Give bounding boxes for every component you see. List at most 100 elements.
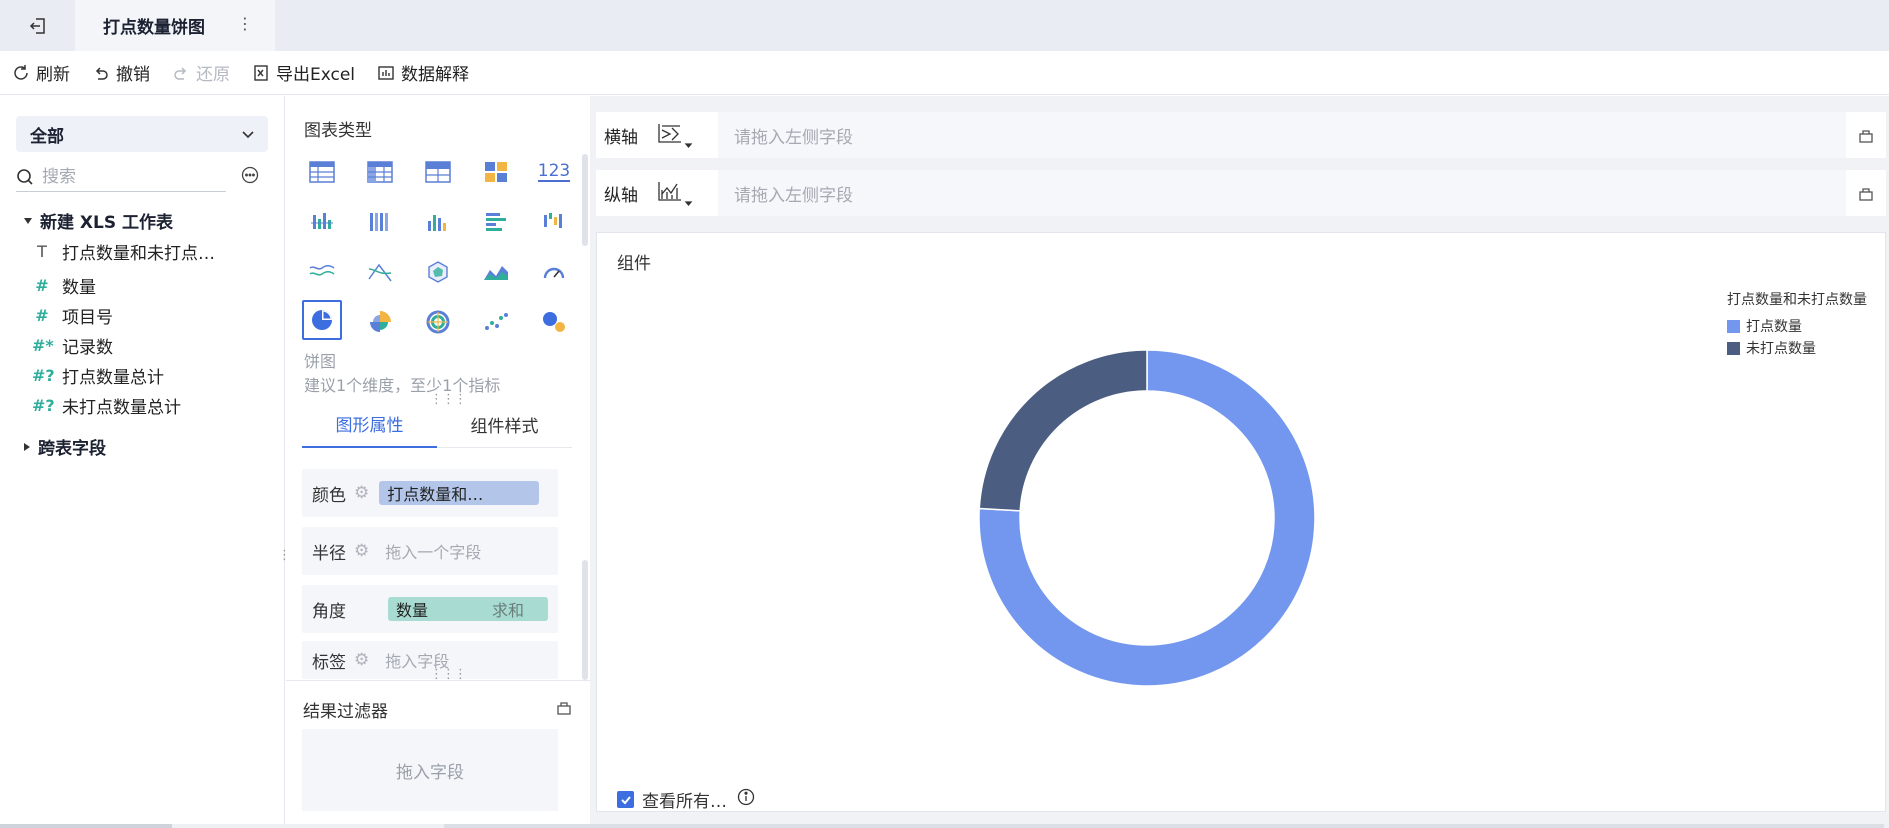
toolbar: 刷新 撤销 还原 导出Excel 数据解释 xyxy=(0,51,1889,95)
field-item[interactable]: T 打点数量和未打点… xyxy=(32,238,215,264)
chart-type-table-icon[interactable] xyxy=(302,152,342,192)
radius-drop-zone[interactable]: 拖入一个字段 xyxy=(379,539,481,563)
calc-field-icon: #? xyxy=(32,365,55,385)
legend-item-1[interactable]: 未打点数量 xyxy=(1727,337,1867,359)
text-type-icon: T xyxy=(37,241,47,261)
count-type-icon: #* xyxy=(32,335,54,355)
chart-type-waterfall-icon[interactable] xyxy=(534,202,574,242)
search-box xyxy=(16,162,226,192)
filter-drop-zone[interactable]: 拖入字段 xyxy=(302,729,558,811)
donut-slice-1[interactable] xyxy=(978,349,1148,512)
field-item[interactable]: # 数量 xyxy=(32,272,96,298)
prop-row-angle[interactable]: 角度 数量 求和 xyxy=(302,585,558,633)
prop-row-color[interactable]: 颜色 ⚙ 打点数量和… xyxy=(302,469,558,517)
chart-type-kpi-card-icon[interactable] xyxy=(476,152,516,192)
x-axis-type-icon[interactable] xyxy=(656,120,712,150)
chart-type-column-icon[interactable] xyxy=(418,202,458,242)
chart-type-rose-icon[interactable] xyxy=(360,302,400,342)
more-menu-icon[interactable]: ⋮ xyxy=(235,14,255,36)
data-explain-button[interactable]: 数据解释 xyxy=(377,60,469,85)
search-input[interactable] xyxy=(42,166,212,187)
lock-icon[interactable] xyxy=(556,699,572,719)
prop-row-radius[interactable]: 半径 ⚙ 拖入一个字段 xyxy=(302,527,558,575)
tab-component-style[interactable]: 组件样式 xyxy=(437,400,572,448)
donut-chart[interactable] xyxy=(977,348,1317,688)
bottom-scrollbar[interactable] xyxy=(0,824,1889,828)
number-icon-text: 123 xyxy=(537,161,571,182)
calc-field-icon: #? xyxy=(32,395,55,415)
resize-grip-icon[interactable]: ⋮⋮⋮ xyxy=(430,667,467,682)
info-icon[interactable] xyxy=(737,788,755,811)
chart-type-multi-pie-icon[interactable] xyxy=(418,302,458,342)
chart-type-crosstab-icon[interactable] xyxy=(360,152,400,192)
field-item[interactable]: #? 未打点数量总计 xyxy=(32,392,181,418)
refresh-icon xyxy=(14,64,28,80)
field-item[interactable]: #* 记录数 xyxy=(32,332,113,358)
legend-item-0[interactable]: 打点数量 xyxy=(1727,315,1867,337)
chart-type-radar-icon[interactable] xyxy=(418,252,458,292)
scope-select[interactable]: 全部 xyxy=(16,116,268,152)
chart-type-horizontal-bar-icon[interactable] xyxy=(476,202,516,242)
chart-type-area-icon[interactable] xyxy=(476,252,516,292)
chart-type-radar-line-icon[interactable] xyxy=(360,252,400,292)
undo-icon xyxy=(95,66,108,80)
more-options-icon[interactable] xyxy=(241,166,259,188)
angle-field-chip[interactable]: 数量 求和 xyxy=(388,597,548,621)
chart-card[interactable]: 组件 打点数量和未打点数量 打点数量 未打点数量 查看所有… xyxy=(596,232,1886,812)
tree-group-xls-sheet[interactable]: 新建 XLS 工作表 xyxy=(24,208,173,233)
chart-type-gauge-icon[interactable] xyxy=(534,252,574,292)
exit-button[interactable] xyxy=(0,0,75,51)
refresh-button[interactable]: 刷新 xyxy=(12,60,70,85)
checkbox-checked[interactable] xyxy=(617,791,634,808)
excel-icon xyxy=(254,64,268,81)
chart-type-bubble-icon[interactable] xyxy=(534,302,574,342)
properties-scrollbar[interactable] xyxy=(582,560,588,680)
gear-icon[interactable]: ⚙ xyxy=(354,541,369,561)
legend-title: 打点数量和未打点数量 xyxy=(1727,292,1867,308)
scrollbar-thumb[interactable] xyxy=(444,824,1884,828)
chart-type-grouped-bar-icon[interactable] xyxy=(302,202,342,242)
exit-icon xyxy=(29,17,45,34)
group-label: 新建 XLS 工作表 xyxy=(40,213,174,233)
refresh-label: 刷新 xyxy=(36,65,70,85)
lock-icon[interactable] xyxy=(1846,127,1886,143)
chart-type-detail-table-icon[interactable] xyxy=(418,152,458,192)
scrollbar-thumb[interactable] xyxy=(0,824,172,828)
chart-type-stacked-bar-icon[interactable] xyxy=(360,202,400,242)
chart-explain-icon xyxy=(378,65,394,80)
tab-graphic-properties[interactable]: 图形属性 xyxy=(302,400,437,448)
export-excel-button[interactable]: 导出Excel xyxy=(252,60,355,85)
export-label: 导出Excel xyxy=(276,65,356,85)
y-axis-shelf: 纵轴 请拖入左侧字段 xyxy=(596,170,1886,216)
gear-icon[interactable]: ⚙ xyxy=(354,483,369,503)
prop-label: 颜色 xyxy=(312,485,346,506)
field-label: 记录数 xyxy=(62,337,113,358)
redo-button[interactable]: 还原 xyxy=(172,60,230,85)
x-axis-drop-zone[interactable]: 请拖入左侧字段 xyxy=(718,112,1846,158)
chart-type-scrollbar[interactable] xyxy=(582,154,588,246)
search-icon xyxy=(17,168,33,185)
lock-icon[interactable] xyxy=(1846,185,1886,201)
y-axis-drop-zone[interactable]: 请拖入左侧字段 xyxy=(718,170,1846,216)
gear-icon[interactable]: ⚙ xyxy=(354,650,369,670)
caret-right-icon xyxy=(24,442,30,451)
view-all-toggle[interactable]: 查看所有… xyxy=(617,787,755,812)
field-item[interactable]: #? 打点数量总计 xyxy=(32,362,164,388)
field-item[interactable]: # 项目号 xyxy=(32,302,113,328)
angle-aggregation[interactable]: 求和 xyxy=(492,597,524,621)
chart-config-panel: 图表类型 123 饼图 建议1个维度，至少1个指标 ⋮⋮⋮ 图形属性 组件样式 … xyxy=(286,96,590,828)
tree-group-cross-table[interactable]: 跨表字段 xyxy=(24,434,106,459)
chart-type-number-icon[interactable]: 123 xyxy=(534,152,574,192)
y-axis-label: 纵轴 xyxy=(604,185,638,206)
legend-label-0: 打点数量 xyxy=(1746,319,1802,335)
y-axis-type-icon[interactable] xyxy=(656,178,712,208)
prop-label: 标签 xyxy=(312,652,346,673)
x-axis-label: 横轴 xyxy=(604,127,638,148)
field-label: 未打点数量总计 xyxy=(62,397,181,418)
chart-type-pie-icon[interactable] xyxy=(302,300,342,340)
chart-type-line-icon[interactable] xyxy=(302,252,342,292)
selected-chart-type-hint: 建议1个维度，至少1个指标 xyxy=(304,376,501,395)
chart-type-scatter-icon[interactable] xyxy=(476,302,516,342)
undo-button[interactable]: 撤销 xyxy=(92,60,150,85)
color-field-chip[interactable]: 打点数量和… xyxy=(379,481,540,505)
